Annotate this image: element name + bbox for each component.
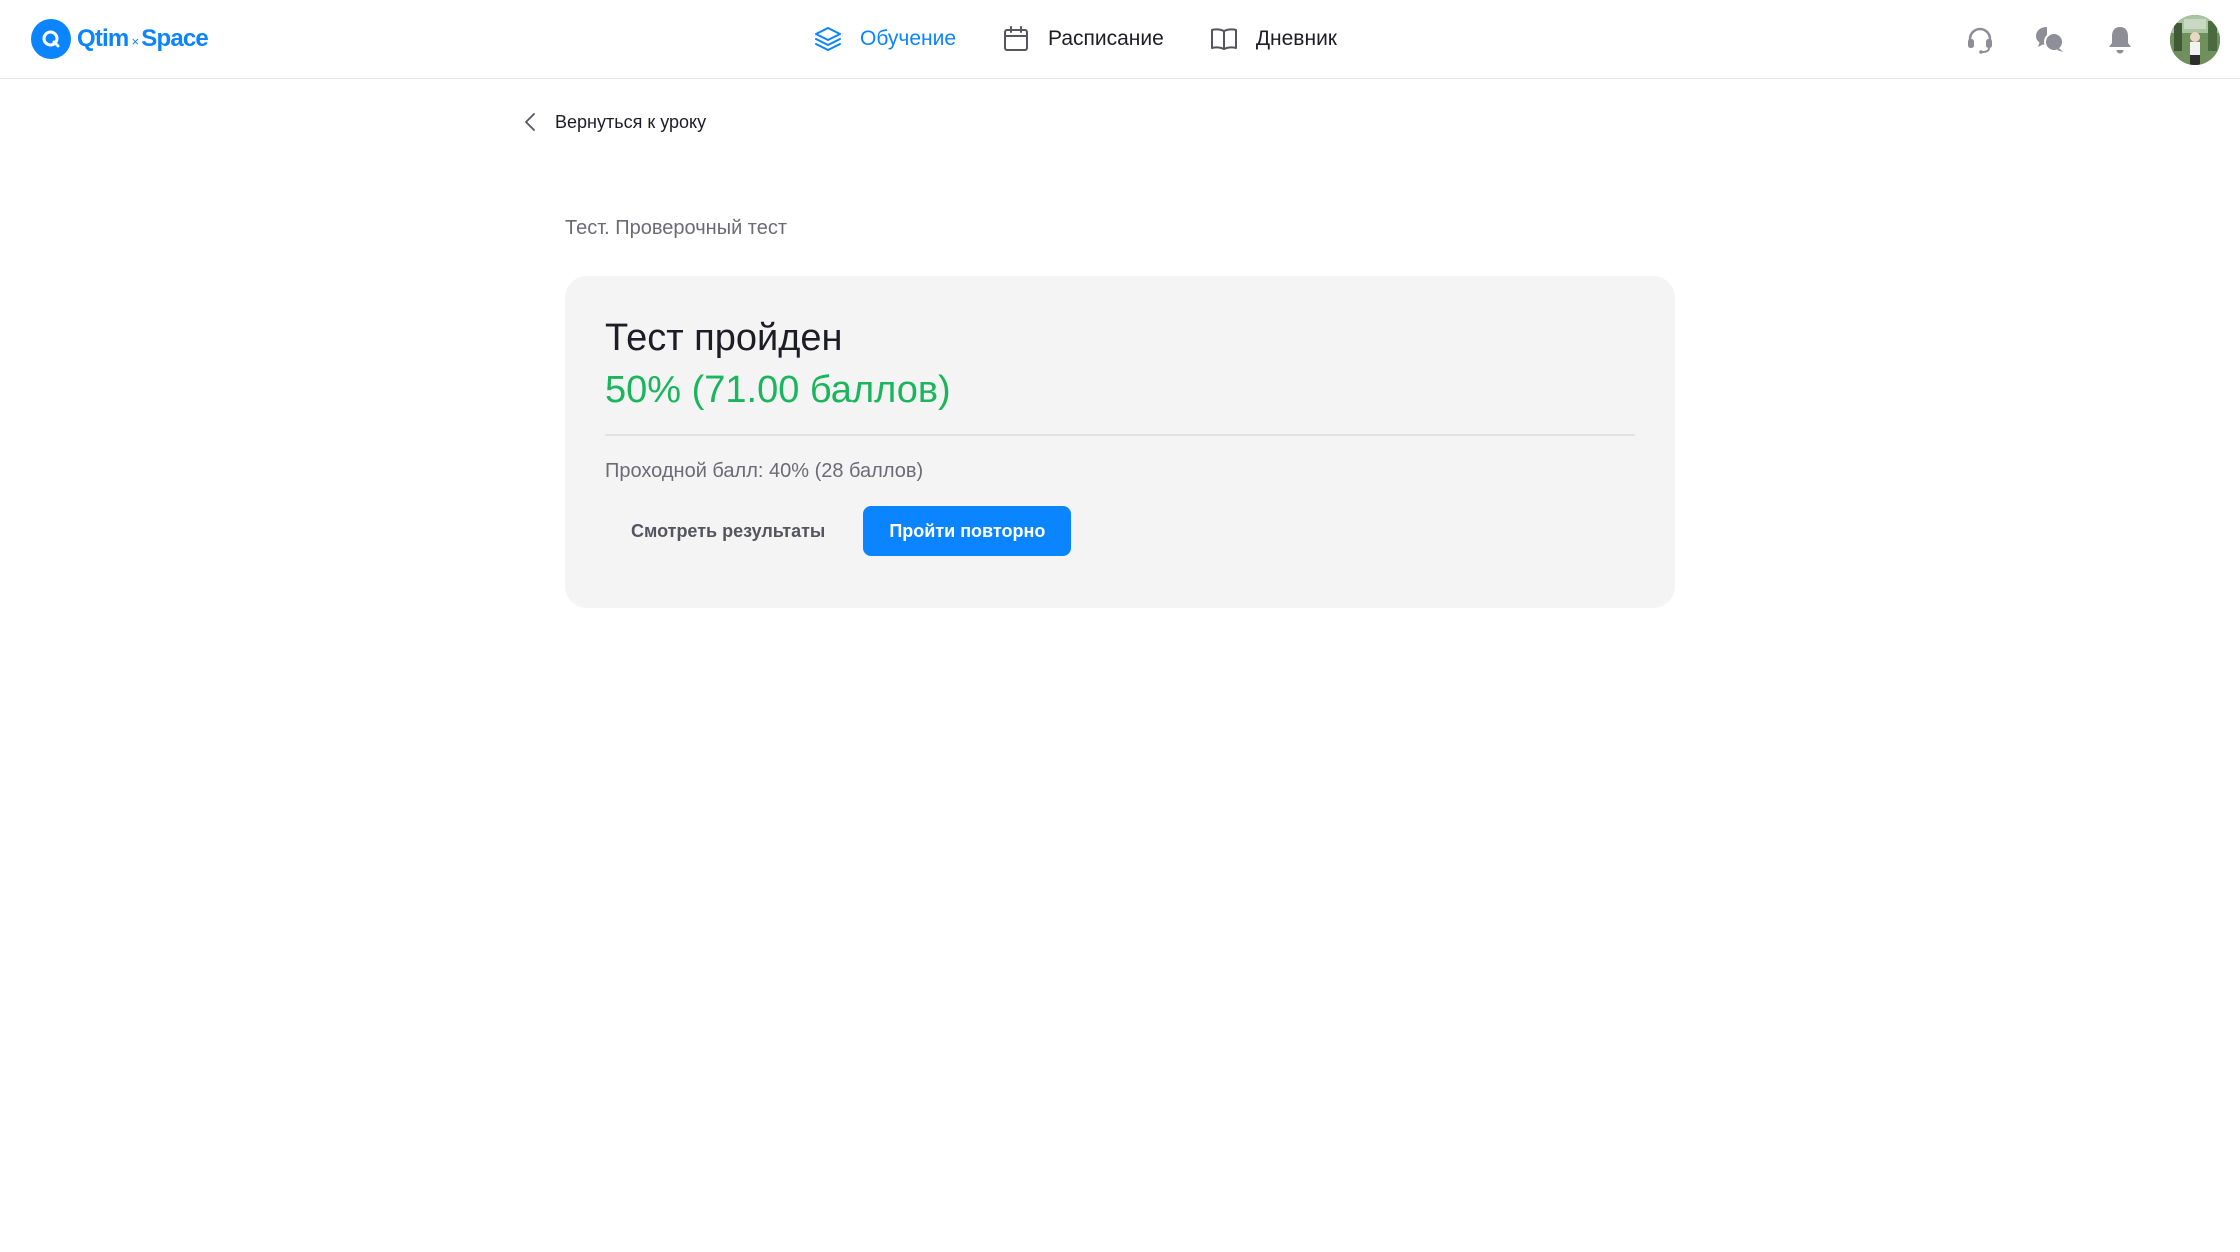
top-header: Qtim × Space Обучение Расписание Дневник bbox=[0, 0, 2240, 79]
logo-text-right: Space bbox=[141, 25, 209, 52]
logo-text-separator: × bbox=[131, 34, 139, 49]
logo-mark-icon bbox=[31, 19, 71, 59]
divider bbox=[605, 434, 1635, 436]
result-card: Тест пройден 50% (71.00 баллов) Проходно… bbox=[565, 276, 1675, 608]
header-actions bbox=[1960, 15, 2220, 65]
main-nav: Обучение Расписание Дневник bbox=[812, 22, 1337, 56]
bell-icon[interactable] bbox=[2100, 20, 2140, 60]
nav-item-schedule[interactable]: Расписание bbox=[1000, 22, 1164, 56]
nav-item-diary[interactable]: Дневник bbox=[1208, 22, 1337, 56]
view-results-button[interactable]: Смотреть результаты bbox=[605, 506, 852, 556]
nav-item-label: Дневник bbox=[1255, 27, 1337, 50]
back-to-lesson-link[interactable]: Вернуться к уроку bbox=[520, 107, 706, 137]
nav-item-label: Расписание bbox=[1048, 27, 1164, 50]
retry-test-button[interactable]: Пройти повторно bbox=[863, 506, 1072, 556]
card-buttons: Смотреть результаты Пройти повторно bbox=[605, 506, 1635, 556]
result-score: 50% (71.00 баллов) bbox=[605, 369, 951, 411]
chevron-left-icon bbox=[520, 107, 540, 137]
result-status-title: Тест пройден bbox=[605, 317, 843, 359]
pass-score-text: Проходной балл: 40% (28 баллов) bbox=[605, 460, 924, 482]
nav-item-learning[interactable]: Обучение bbox=[812, 22, 956, 56]
logo-text-left: Qtim bbox=[77, 25, 129, 52]
layers-icon bbox=[812, 23, 844, 55]
logo-text: Qtim × Space bbox=[77, 25, 209, 53]
logo[interactable]: Qtim × Space bbox=[31, 19, 209, 59]
headset-icon[interactable] bbox=[1960, 20, 2000, 60]
calendar-icon bbox=[1000, 23, 1032, 55]
book-icon bbox=[1208, 23, 1240, 55]
nav-item-label: Обучение bbox=[860, 27, 957, 50]
test-name: Тест. Проверочный тест bbox=[565, 217, 788, 239]
chat-icon[interactable] bbox=[2030, 20, 2070, 60]
back-link-label: Вернуться к уроку bbox=[555, 111, 707, 132]
avatar[interactable] bbox=[2170, 15, 2220, 65]
